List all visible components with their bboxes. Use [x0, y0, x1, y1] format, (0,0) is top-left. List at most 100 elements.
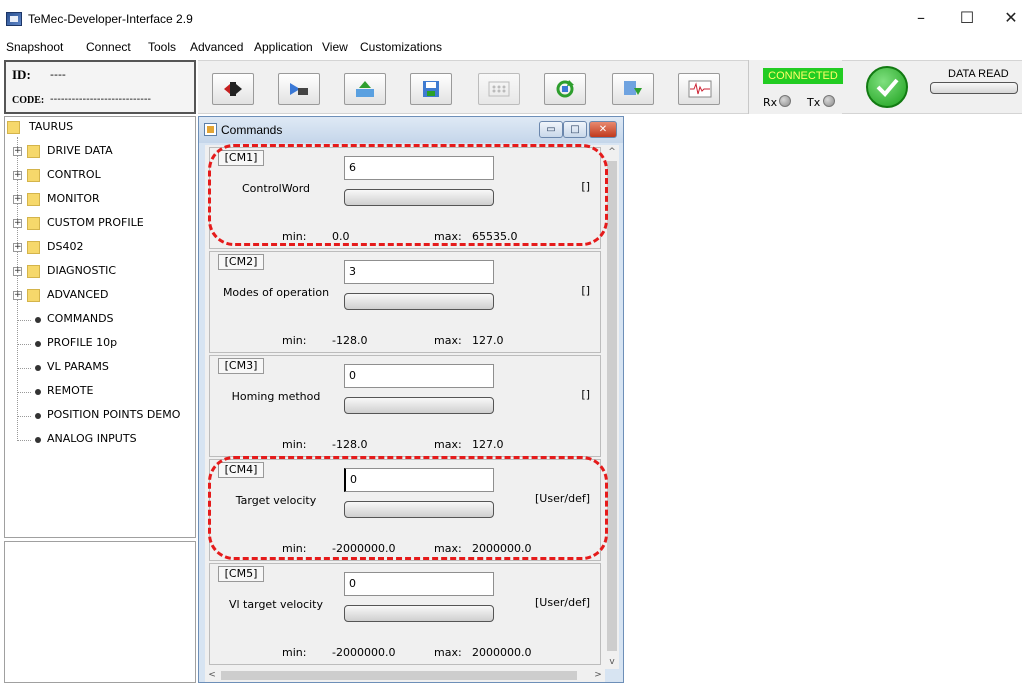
min-value: -128.0: [332, 334, 368, 347]
command-value-input[interactable]: 0: [344, 364, 494, 388]
command-value-input[interactable]: 0: [344, 572, 494, 596]
folder-icon: [27, 289, 40, 302]
tree-item-label: TAURUS: [29, 120, 74, 133]
minimize-button[interactable]: –: [906, 8, 936, 30]
commands-close-button[interactable]: ✕: [589, 121, 617, 138]
navigation-tree: TAURUS + DRIVE DATA + CONTROL + MONITOR …: [4, 116, 196, 538]
tree-connector: [17, 320, 31, 321]
tree-item-profile-10p[interactable]: PROFILE 10p: [17, 335, 195, 353]
commands-maximize-button[interactable]: □: [563, 121, 587, 138]
save-icon: [423, 81, 439, 97]
tx-label: Tx: [807, 96, 821, 109]
id-panel: ID: ---- CODE: -------------------------…: [4, 60, 196, 114]
folder-icon: [27, 145, 40, 158]
upload-icon: [356, 81, 374, 97]
reset-button[interactable]: [212, 73, 254, 105]
folder-icon: [7, 121, 20, 134]
commands-title: Commands: [221, 123, 283, 137]
max-value: 127.0: [472, 438, 504, 451]
menu-customizations[interactable]: Customizations: [360, 40, 442, 54]
command-slider[interactable]: [344, 293, 494, 310]
commands-window: Commands ▭ □ ✕ [CM1] ControlWord 6 [] mi…: [198, 116, 624, 683]
tree-item-label: ADVANCED: [47, 288, 109, 301]
tree-item-drive-data[interactable]: + DRIVE DATA: [13, 143, 193, 161]
upload-button[interactable]: [344, 73, 386, 105]
tree-item-ds402[interactable]: + DS402: [13, 239, 193, 257]
tree-item-vl-params[interactable]: VL PARAMS: [17, 359, 195, 377]
data-read-label: DATA READ: [948, 68, 1009, 80]
tree-item-control[interactable]: + CONTROL: [13, 167, 193, 185]
save-button[interactable]: [410, 73, 452, 105]
rx-led-icon: [779, 95, 791, 107]
tree-item-diagnostic[interactable]: + DIAGNOSTIC: [13, 263, 193, 281]
close-button[interactable]: ✕: [996, 8, 1022, 30]
tree-item-custom-profile[interactable]: + CUSTOM PROFILE: [13, 215, 193, 233]
connect-button[interactable]: [278, 73, 320, 105]
vertical-scroll-thumb[interactable]: [607, 161, 617, 651]
menu-snapshoot[interactable]: Snapshoot: [6, 40, 63, 54]
tree-item-monitor[interactable]: + MONITOR: [13, 191, 193, 209]
command-slider[interactable]: [344, 397, 494, 414]
maximize-button[interactable]: ☐: [952, 8, 982, 30]
horizontal-scroll-thumb[interactable]: [221, 671, 577, 680]
vertical-scrollbar[interactable]: ^ v: [605, 145, 619, 669]
command-name: Homing method: [231, 390, 321, 403]
command-name: ControlWord: [241, 182, 311, 195]
tree-item-analog-inputs[interactable]: ANALOG INPUTS: [17, 431, 195, 449]
command-tag: [CM5]: [218, 566, 264, 582]
tree-item-advanced[interactable]: + ADVANCED: [13, 287, 193, 305]
max-value: 2000000.0: [472, 542, 532, 555]
commands-titlebar[interactable]: Commands ▭ □ ✕: [199, 117, 623, 143]
command-unit: [User/def]: [535, 596, 590, 609]
grid-button[interactable]: [478, 73, 520, 105]
horizontal-scrollbar[interactable]: < >: [205, 669, 605, 682]
command-value-input[interactable]: 6: [344, 156, 494, 180]
tree-item-position-points-demo[interactable]: POSITION POINTS DEMO: [17, 407, 195, 425]
oscilloscope-button[interactable]: [678, 73, 720, 105]
menu-connect[interactable]: Connect: [86, 40, 131, 54]
scroll-left-icon[interactable]: <: [205, 669, 219, 682]
tree-item-label: DIAGNOSTIC: [47, 264, 117, 277]
tree-item-remote[interactable]: REMOTE: [17, 383, 195, 401]
expand-icon: +: [13, 242, 22, 252]
tree-item-commands[interactable]: COMMANDS: [17, 311, 195, 329]
window-title: TeMec-Developer-Interface 2.9: [28, 12, 193, 26]
tree-item-label: DRIVE DATA: [47, 144, 113, 157]
command-value-input[interactable]: 3: [344, 260, 494, 284]
scroll-right-icon[interactable]: >: [591, 669, 605, 682]
command-name: Target velocity: [235, 494, 317, 507]
menu-view[interactable]: View: [322, 40, 348, 54]
max-label: max:: [434, 542, 462, 555]
menu-application[interactable]: Application: [254, 40, 313, 54]
folder-icon: [27, 193, 40, 206]
scroll-up-icon[interactable]: ^: [605, 145, 619, 159]
oscilloscope-icon: [688, 80, 712, 98]
menu-tools[interactable]: Tools: [148, 40, 176, 54]
max-label: max:: [434, 334, 462, 347]
leaf-bullet-icon: [35, 389, 41, 395]
tree-item-label: REMOTE: [47, 384, 94, 397]
expand-icon: +: [13, 290, 22, 300]
command-slider[interactable]: [344, 501, 494, 518]
min-label: min:: [282, 334, 307, 347]
download-icon: [624, 81, 642, 95]
menu-advanced[interactable]: Advanced: [190, 40, 243, 54]
refresh-button[interactable]: [544, 73, 586, 105]
command-slider[interactable]: [344, 605, 494, 622]
leaf-bullet-icon: [35, 341, 41, 347]
data-read-progress: [930, 82, 1018, 94]
java-window-icon: [204, 123, 217, 136]
confirm-button[interactable]: [866, 66, 908, 108]
min-label: min:: [282, 542, 307, 555]
commands-minimize-button[interactable]: ▭: [539, 121, 563, 138]
command-block-cm1: [CM1] ControlWord 6 [] min: 0.0 max: 655…: [209, 147, 601, 249]
command-block-cm2: [CM2] Modes of operation 3 [] min: -128.…: [209, 251, 601, 353]
tree-connector: [17, 344, 31, 345]
download-button[interactable]: [612, 73, 654, 105]
tree-item-label: CUSTOM PROFILE: [47, 216, 144, 229]
command-slider[interactable]: [344, 189, 494, 206]
tree-connector: [17, 392, 31, 393]
scroll-down-icon[interactable]: v: [605, 655, 619, 669]
command-value-input[interactable]: 0: [344, 468, 494, 492]
tree-item-label: MONITOR: [47, 192, 100, 205]
